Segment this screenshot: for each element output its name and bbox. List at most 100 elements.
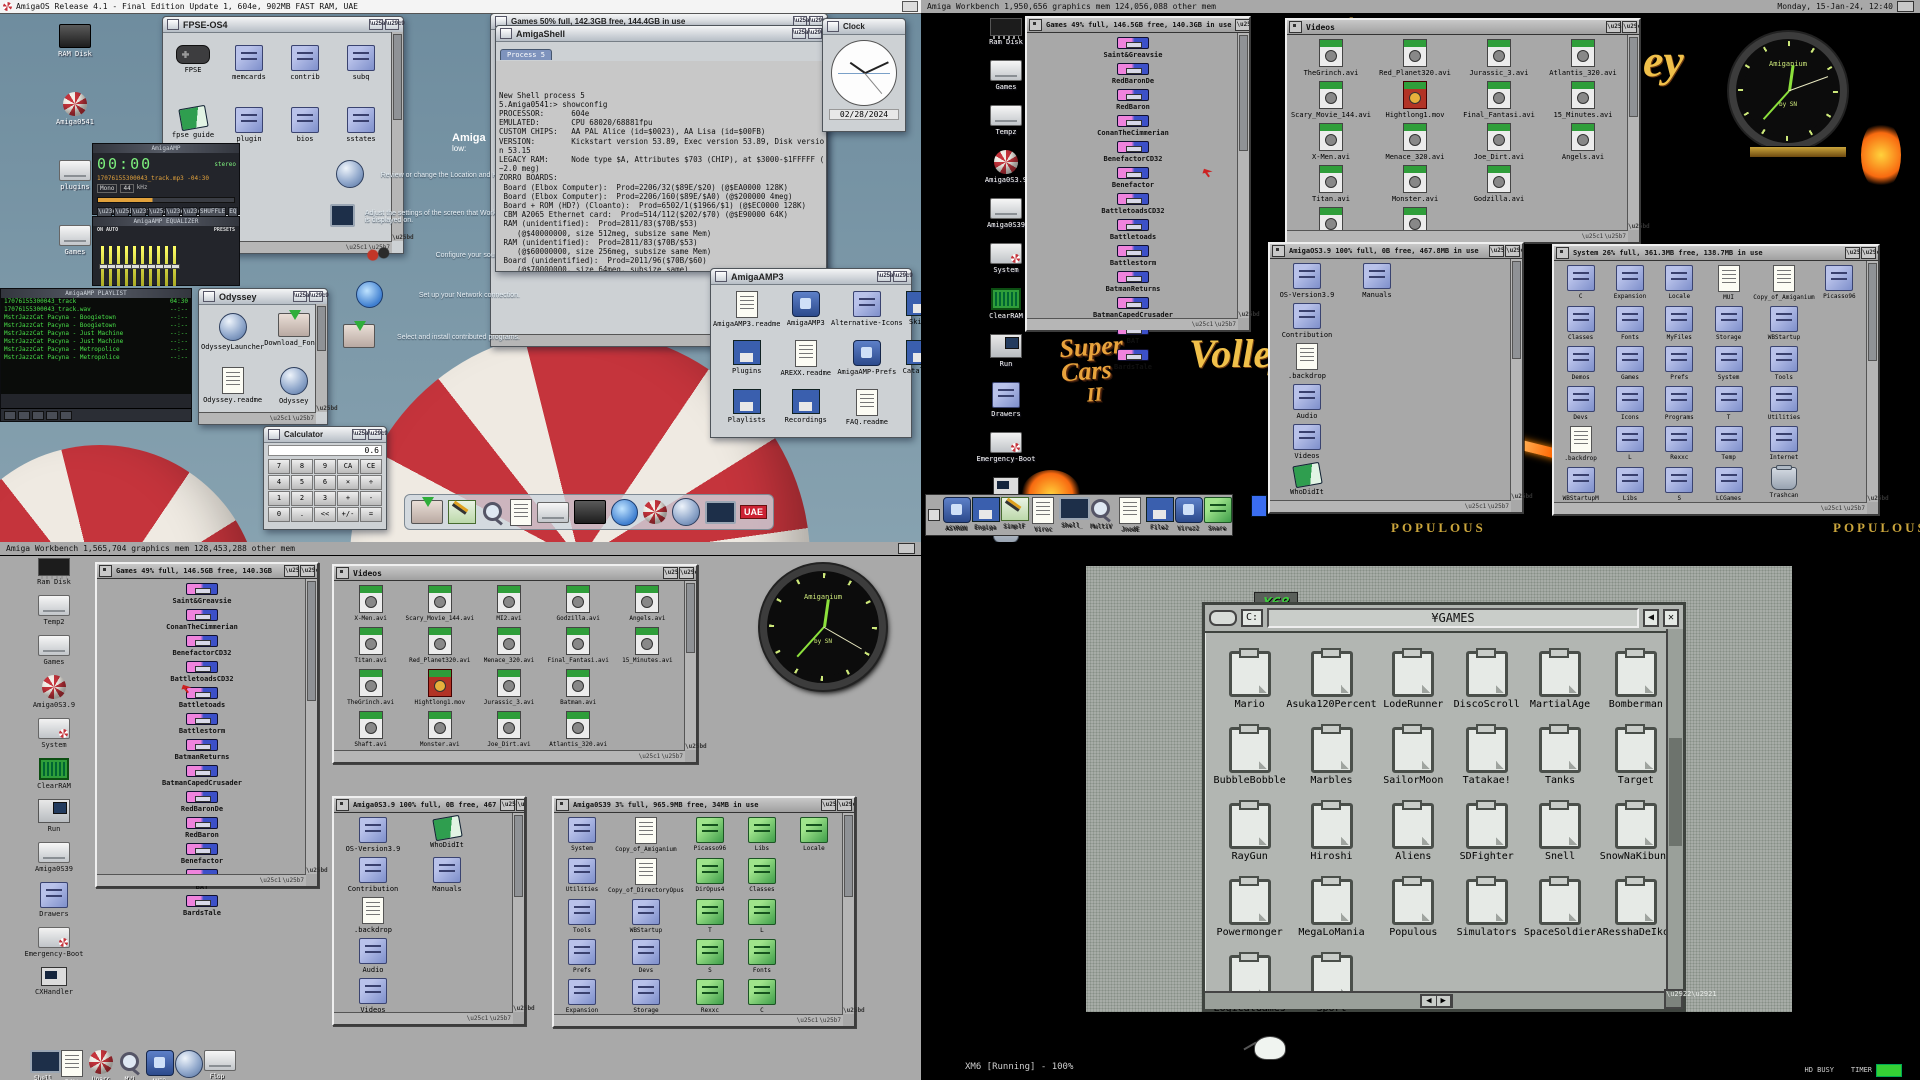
calculator-key[interactable]: . [291,507,313,522]
dock-item[interactable]: ACTI [175,1050,201,1080]
drawer-item[interactable]: Games [1605,344,1654,384]
drawer-item[interactable]: Locale [788,815,840,856]
desktop-icon[interactable]: Amiga0S39 [18,842,90,873]
desktop-icon[interactable]: Emergency-Boot [973,432,1039,463]
desktop-icon[interactable]: Amiga0541 [38,92,112,126]
desktop-icon[interactable]: Drawers [18,882,90,918]
seek-bar[interactable] [97,197,235,203]
drawer-item[interactable]: System [556,815,608,856]
amigaamp3-titlebar[interactable]: AmigaAMP3 \u25a3\u29c9 [711,269,911,285]
drawer-item[interactable] [1342,301,1412,341]
drawer-item[interactable]: Devs [1556,384,1605,424]
file-icon-item[interactable]: Recordings [780,387,831,428]
dock-icon[interactable] [643,500,667,524]
amigaos39b-window[interactable]: Amiga0S39 3% full, 965.9MB free, 34MB in… [552,796,856,1028]
amigashell-window[interactable]: AmigaShell \u25a3\u29c9 Process 5 New Sh… [495,25,827,272]
amigaos39a-window[interactable]: Amiga0S3.9 100% full, 0B free, 467 \u25a… [332,796,526,1026]
game-item[interactable]: BatmanReturns [1031,269,1235,295]
file-icon-item[interactable]: Skins [903,289,921,330]
dock-item[interactable]: Unarc [88,1050,114,1080]
drawer-item[interactable]: Copy_of_Amiganium [608,815,684,856]
drawer-item[interactable]: WhoDidIt [1272,462,1342,498]
drawer-item[interactable]: Copy_of_Amiganium [1753,263,1814,304]
calculator-key[interactable]: 0 [268,507,290,522]
dock-item[interactable]: Viroc [1030,497,1056,533]
drawer-item[interactable]: MUI [1704,263,1753,304]
drawer-item[interactable]: Tools [556,897,608,937]
window-menu-gadget[interactable] [1209,610,1237,626]
drawer-item[interactable] [788,937,840,977]
drawer-item[interactable]: Classes [1556,304,1605,344]
calculator-key[interactable]: 5 [291,475,313,490]
amigaos39-window[interactable]: AmigaOS3.9 100% full, 0B free, 467.8MB i… [1268,242,1524,514]
drawer-item[interactable] [1815,465,1864,505]
close-icon[interactable] [336,799,349,811]
video-file[interactable]: X-Men.avi [336,583,405,625]
playlist-titlebar[interactable]: AmigaAMP PLAYLIST [1,289,191,298]
depth-icon[interactable]: \u29c9 [309,291,323,302]
close-icon[interactable] [203,291,215,302]
game-item[interactable]: Battlestorm [101,711,303,737]
setup-task[interactable]: Select and install contributed programs. [330,324,520,350]
video-file[interactable]: Shaft.avi [336,709,405,751]
dock-icon[interactable] [611,499,638,526]
video-file[interactable]: Menace_320.avi [474,625,543,667]
close-icon[interactable] [1272,245,1285,257]
drawer-item[interactable]: Expansion [1605,263,1654,304]
game-item[interactable]: ConanTheCimmerian [1031,113,1235,139]
game-item[interactable]: Battletoads [101,685,303,711]
drawer-item[interactable]: Fonts [1605,304,1654,344]
drawer-item[interactable]: T [684,897,736,937]
game-item[interactable]: BatmanCapedCrusader [101,763,303,789]
game-item[interactable]: BenefactorCD32 [101,633,303,659]
depth-icon[interactable]: \u29c9 [808,28,822,39]
video-file[interactable]: Angels.avi [613,583,682,625]
drawer-item[interactable]: WBStartup [608,897,684,937]
drawer-item[interactable]: Libs [1605,465,1654,505]
calculator-window[interactable]: Calculator \u25a3\u29c9 0.6 7 8 9 CA CE … [263,426,387,530]
dock-check[interactable] [928,509,940,521]
dock-icon[interactable] [574,500,606,524]
zoom-icon[interactable]: \u25a3 [500,799,515,811]
horizontal-scrollbar[interactable]: \u25c1\u25b7 [334,1012,513,1024]
playlist-row[interactable]: MstrJazzCat Pacyna - Just Machine --:-- [1,330,191,338]
horizontal-scrollbar[interactable]: \u25c1\u25b7 [1027,318,1238,330]
dock-icon[interactable] [672,498,700,526]
shell-tab[interactable]: Process 5 [500,49,552,60]
drawer-item[interactable]: LCGames [1704,465,1753,505]
file-icon-item[interactable]: AmigaAMP-Prefs [831,338,903,379]
system-window[interactable]: System 26% full, 361.3MB free, 138.7MB i… [1552,244,1880,516]
desktop-icon[interactable]: Run [18,799,90,833]
depth-icon[interactable]: \u29c9 [368,429,382,440]
drawer-item[interactable]: Manuals [410,855,484,895]
drawer-item[interactable]: OS-Version3.9 [336,815,410,855]
x68-game-item[interactable]: Tanks [1523,719,1596,795]
os39a-titlebar[interactable]: Amiga0S3.9 100% full, 0B free, 467 \u25a… [334,798,524,813]
x68-game-item[interactable]: MegaLoMania [1286,871,1376,947]
screen-depth-gadget[interactable] [898,543,915,554]
iconify-icon[interactable]: \u25a3 [877,271,891,282]
eq-presets-button[interactable]: PRESETS [214,227,235,233]
video-file[interactable]: Final_Fantasi.avi [1457,79,1541,121]
video-file[interactable]: Atlantis_320.avi [544,709,613,751]
drawer-item[interactable]: Prefs [1655,344,1704,384]
video-file[interactable]: Joe_Dirt.avi [474,709,543,751]
calculator-key[interactable]: × [337,475,359,490]
dock-icon[interactable] [705,501,736,524]
game-item[interactable]: BatmanReturns [101,737,303,763]
amigaamp3-window[interactable]: AmigaAMP3 \u25a3\u29c9 AmigaAMP3.readme … [710,268,912,438]
calculator-titlebar[interactable]: Calculator \u25a3\u29c9 [264,427,386,443]
file-icon-item[interactable]: OdysseyLauncher [201,311,264,353]
vertical-scrollbar[interactable]: \u25bd [1866,261,1878,502]
desktop-icon[interactable]: RAM Disk [38,24,112,58]
drawer-item[interactable]: Manuals [1342,261,1412,301]
calculator-key[interactable]: 1 [268,491,290,506]
video-file[interactable]: Joe_Dirt.avi [1457,121,1541,163]
games-titlebar[interactable]: Games 49% full, 146.5GB free, 140.3GB in… [1027,18,1249,33]
setup-task[interactable]: Configure your sound card. [330,243,520,267]
close-icon[interactable] [1289,21,1302,33]
zoom-icon[interactable]: \u25a3 [284,565,299,577]
odyssey-titlebar[interactable]: Odyssey \u25a3\u29c9 [199,289,327,305]
game-item[interactable]: RedBaron [1031,87,1235,113]
drawer-item[interactable]: C [736,977,788,1017]
